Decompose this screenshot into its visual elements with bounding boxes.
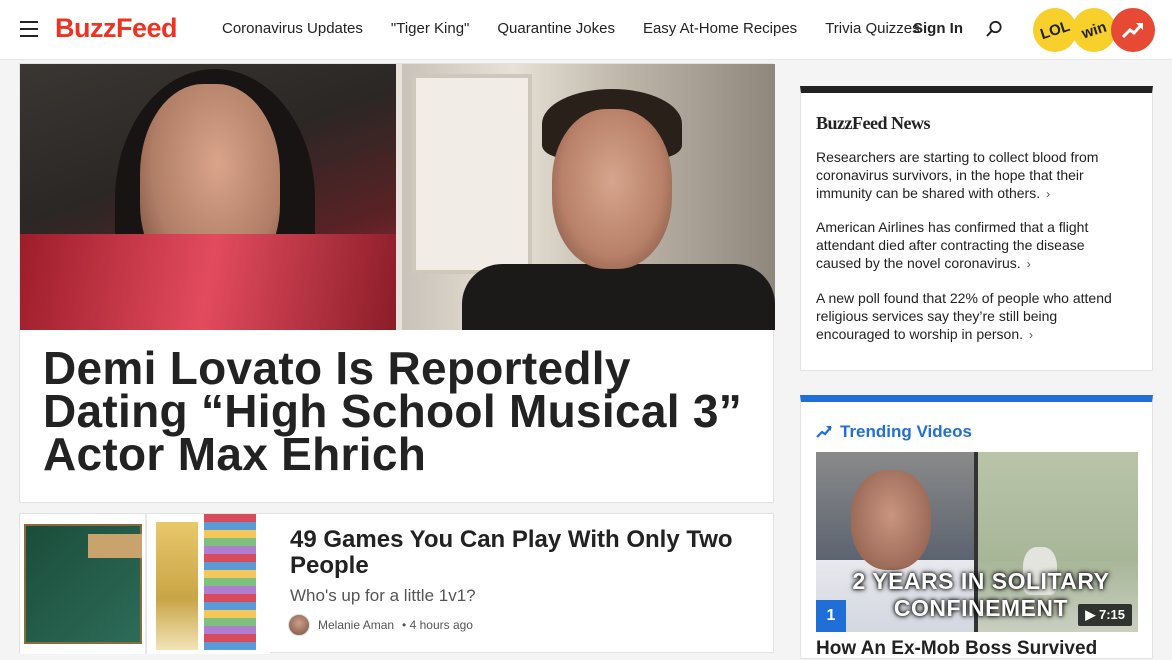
trending-icon <box>816 426 832 438</box>
video-title[interactable]: How An Ex-Mob Boss Survived <box>816 638 1146 660</box>
trending-videos-panel: Trending Videos 2 YEARS IN SOLITARY CONF… <box>800 395 1153 659</box>
primary-nav: Coronavirus Updates "Tiger King" Quarant… <box>222 20 920 37</box>
video-thumbnail[interactable]: 2 YEARS IN SOLITARY CONFINEMENT 1 ▶ 7:15 <box>816 452 1138 632</box>
sign-in-link[interactable]: Sign In <box>913 20 963 37</box>
hero-image-right <box>402 64 775 330</box>
buzzfeed-logo[interactable]: BuzzFeed <box>55 13 178 44</box>
top-nav-bar: BuzzFeed Coronavirus Updates "Tiger King… <box>0 0 1172 60</box>
video-duration: ▶ 7:15 <box>1078 604 1132 626</box>
hero-image-left <box>20 64 396 330</box>
chevron-right-icon: › <box>1046 187 1051 201</box>
trending-badge[interactable] <box>1111 8 1155 52</box>
trending-heading-label: Trending Videos <box>840 422 972 441</box>
author-avatar[interactable] <box>288 614 310 636</box>
news-item-text[interactable]: American Airlines has confirmed that a f… <box>816 219 1088 271</box>
news-sidebar: BuzzFeed News Researchers are starting t… <box>800 86 1153 371</box>
news-item[interactable]: American Airlines has confirmed that a f… <box>816 218 1126 273</box>
article-headline[interactable]: 49 Games You Can Play With Only Two Peop… <box>290 527 750 579</box>
hero-image[interactable] <box>20 64 775 330</box>
nav-link-recipes[interactable]: Easy At-Home Recipes <box>643 20 797 37</box>
news-item-text[interactable]: A new poll found that 22% of people who … <box>816 290 1112 342</box>
trending-arrow-icon <box>1122 23 1144 39</box>
nav-link-tiger-king[interactable]: "Tiger King" <box>391 20 469 37</box>
article-card-games[interactable]: 49 Games You Can Play With Only Two Peop… <box>19 513 774 654</box>
hero-headline[interactable]: Demi Lovato Is Reportedly Dating “High S… <box>43 345 758 477</box>
duration-text: 7:15 <box>1098 607 1125 622</box>
author-name[interactable]: Melanie Aman <box>318 618 394 632</box>
video-rank-badge: 1 <box>816 600 846 632</box>
search-icon[interactable] <box>985 20 1003 38</box>
menu-icon[interactable] <box>20 21 38 37</box>
article-thumbnail[interactable] <box>20 514 270 654</box>
news-item-text[interactable]: Researchers are starting to collect bloo… <box>816 149 1098 201</box>
chevron-right-icon: › <box>1029 328 1034 342</box>
nav-link-coronavirus[interactable]: Coronavirus Updates <box>222 20 363 37</box>
nav-link-quarantine-jokes[interactable]: Quarantine Jokes <box>497 20 615 37</box>
article-byline: Melanie Aman • 4 hours ago <box>288 614 473 636</box>
hero-article-card[interactable]: Demi Lovato Is Reportedly Dating “High S… <box>19 63 775 503</box>
news-item[interactable]: A new poll found that 22% of people who … <box>816 289 1126 344</box>
buzzfeed-news-logo[interactable]: BuzzFeed News <box>816 113 930 134</box>
timestamp: • 4 hours ago <box>402 618 473 632</box>
article-subtitle: Who's up for a little 1v1? <box>290 586 476 605</box>
play-icon: ▶ <box>1085 607 1096 622</box>
chevron-right-icon: › <box>1026 257 1031 271</box>
trending-videos-heading[interactable]: Trending Videos <box>816 422 972 442</box>
news-item[interactable]: Researchers are starting to collect bloo… <box>816 148 1126 203</box>
nav-link-trivia[interactable]: Trivia Quizzes <box>825 20 919 37</box>
